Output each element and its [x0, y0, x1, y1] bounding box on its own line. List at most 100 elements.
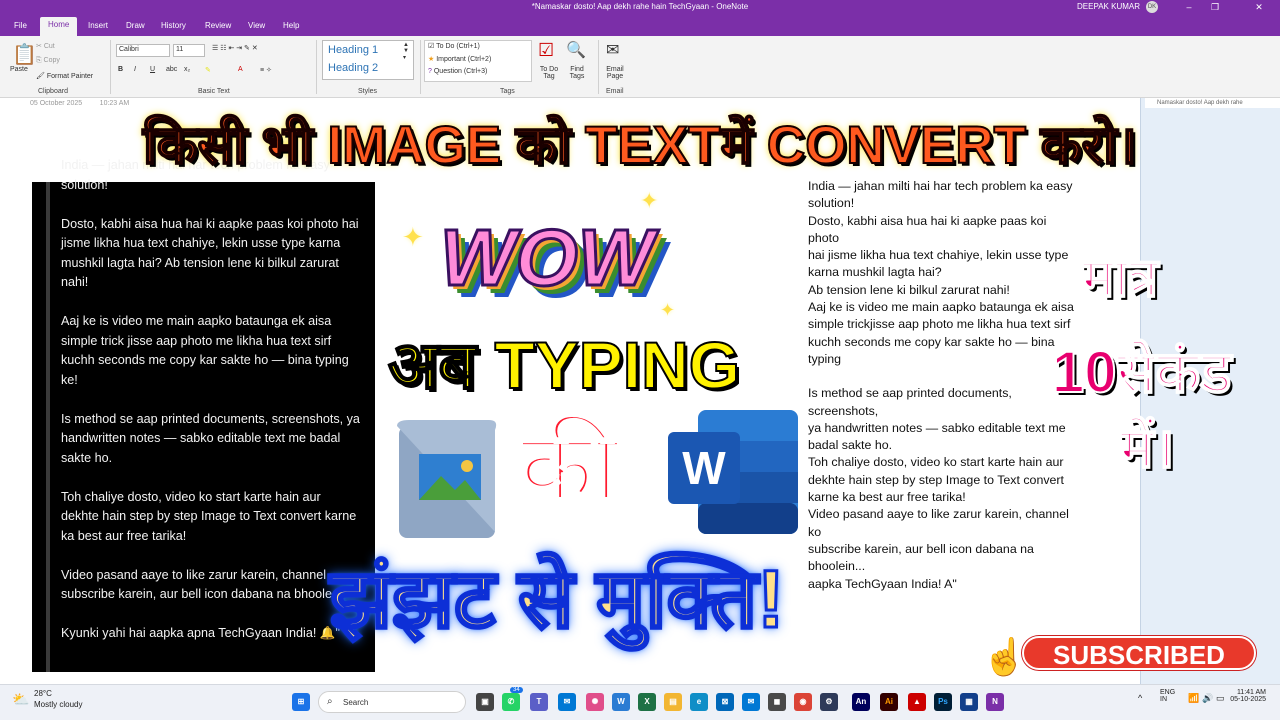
format-painter-button[interactable]: 🖌 Format Painter	[36, 72, 93, 80]
word-icon[interactable]: W	[612, 693, 630, 711]
divider	[110, 40, 111, 94]
app-icon[interactable]: ▦	[960, 693, 978, 711]
minimize-icon[interactable]: –	[1176, 0, 1202, 14]
whatsapp-icon[interactable]: ✆	[502, 693, 520, 711]
underline-button[interactable]: U	[150, 66, 155, 73]
subscript-button[interactable]: x₂	[184, 66, 190, 73]
checkbox-icon: ☑	[428, 43, 435, 50]
tab-file[interactable]: File	[14, 18, 27, 33]
bold-button[interactable]: B	[118, 66, 123, 73]
headline-overlay: किसी भी IMAGE को TEXTमें CONVERT करो।	[142, 115, 1138, 176]
settings-icon[interactable]: ⚙	[820, 693, 838, 711]
start-icon[interactable]: ⊞	[292, 693, 310, 711]
tab-draw[interactable]: Draw	[126, 18, 145, 33]
scrollbar[interactable]	[46, 182, 50, 672]
onenote-icon[interactable]: N	[986, 693, 1004, 711]
volume-icon[interactable]: 🔊	[1202, 693, 1213, 704]
email-page-button[interactable]: Email Page	[602, 66, 628, 80]
battery-icon[interactable]: ▭	[1216, 693, 1225, 704]
todo-tag-icon[interactable]: ☑	[538, 40, 554, 61]
wifi-icon[interactable]: 📶	[1188, 693, 1199, 704]
tags-group-label: Tags	[500, 88, 515, 95]
edge-icon[interactable]: e	[690, 693, 708, 711]
subscribed-button[interactable]: SUBSCRIBED	[1022, 636, 1256, 670]
weather-icon[interactable]: ⛅	[12, 691, 29, 708]
tag-important-label: Important (Ctrl+2)	[436, 56, 492, 63]
app-icon[interactable]: ◼	[768, 693, 786, 711]
dark-panel-text: India — jahan milti hai har tech problem…	[61, 156, 361, 663]
user-name[interactable]: DEEPAK KUMAR	[1077, 2, 1140, 11]
find-tags-icon[interactable]: 🔍	[566, 40, 586, 60]
copy-button[interactable]: ⎘ Copy	[36, 57, 60, 65]
ki-text: की	[519, 413, 621, 523]
styles-scroll-icon[interactable]: ▲ ▼ ▾	[403, 42, 409, 61]
tag-question[interactable]: ? Question (Ctrl+3)	[428, 68, 487, 75]
tag-todo[interactable]: ☑ To Do (Ctrl+1)	[428, 42, 480, 50]
format-painter-label: Format Painter	[46, 73, 94, 80]
note-line: Aaj ke is video me main aapko bataunga e…	[808, 300, 1074, 315]
find-tags-button[interactable]: Find Tags	[566, 66, 588, 80]
cut-button[interactable]: ✂ Cut	[36, 42, 55, 50]
font-size-field[interactable]: 11	[173, 44, 205, 57]
copilot-icon[interactable]: ✺	[586, 693, 604, 711]
task-view-icon[interactable]: ▣	[476, 693, 494, 711]
store-icon[interactable]: ⊠	[716, 693, 734, 711]
strikethrough-button[interactable]: abc	[166, 66, 177, 73]
font-color-icon[interactable]: A	[238, 66, 243, 73]
clock-time: 11:41 AM	[1236, 689, 1266, 696]
tab-help[interactable]: Help	[283, 18, 299, 33]
style-heading-1[interactable]: Heading 1	[323, 41, 413, 59]
sparkle-icon: ✦	[640, 188, 659, 213]
language-indicator[interactable]: ENG IN	[1160, 689, 1175, 703]
tab-home[interactable]: Home	[40, 17, 78, 36]
style-heading-2[interactable]: Heading 2	[323, 59, 413, 77]
chevron-up-icon[interactable]: ^	[1138, 693, 1142, 703]
file-explorer-icon[interactable]: ▤	[664, 693, 682, 711]
weather-temp: 28°C	[34, 689, 52, 698]
tag-todo-label: To Do (Ctrl+1)	[436, 43, 480, 50]
excel-icon[interactable]: X	[638, 693, 656, 711]
paste-icon[interactable]: 📋	[12, 42, 37, 67]
close-icon[interactable]: ✕	[1246, 0, 1272, 14]
paragraph: Video pasand aaye to like zarur karein, …	[61, 567, 332, 602]
tab-review[interactable]: Review	[205, 18, 231, 33]
highlight-icon[interactable]: ✎	[205, 66, 211, 74]
tab-history[interactable]: History	[161, 18, 186, 33]
italic-button[interactable]: I	[134, 66, 136, 73]
notification-badge: 34	[510, 687, 523, 693]
teams-icon[interactable]: T	[530, 693, 548, 711]
tab-insert[interactable]: Insert	[88, 18, 108, 33]
note-line: Ab tension lene ki bilkul zarurat nahi!	[808, 282, 1010, 297]
photoshop-icon[interactable]: Ps	[934, 693, 952, 711]
chrome-icon[interactable]: ◉	[794, 693, 812, 711]
note-line: Video pasand aaye to like zarur karein, …	[808, 507, 1069, 522]
note-line: badal sakte ho.	[808, 438, 893, 453]
search-label: Search	[343, 698, 369, 707]
search-input[interactable]: ⌕ Search	[318, 691, 466, 713]
question-icon: ?	[428, 68, 432, 75]
clock-date: 05-10-2025	[1230, 696, 1266, 703]
clock[interactable]: 11:41 AM 05-10-2025	[1226, 689, 1266, 703]
jhanjhat-text: झंझट से मुक्ति!	[329, 553, 787, 647]
email-icon[interactable]: ✉	[606, 40, 619, 60]
note-line: subscribe karein, aur bell icon dabana n…	[808, 541, 1034, 556]
tag-important[interactable]: ★ Important (Ctrl+2)	[428, 55, 491, 63]
illustrator-icon[interactable]: Ai	[880, 693, 898, 711]
font-name-field[interactable]: Calibri	[116, 44, 170, 57]
restore-icon[interactable]: ❐	[1202, 0, 1228, 14]
tab-view[interactable]: View	[248, 18, 265, 33]
paragraph: Aaj ke is video me main aapko bataunga e…	[61, 314, 349, 387]
people-icon[interactable]: ✉	[558, 693, 576, 711]
align-button[interactable]: ≡ ✧	[260, 66, 272, 74]
paste-button[interactable]: Paste	[10, 66, 28, 73]
todo-tag-button[interactable]: To Do Tag	[538, 66, 560, 80]
list-buttons[interactable]: ☰ ☷ ⇤ ⇥ ✎ ✕	[212, 44, 258, 52]
styles-gallery[interactable]: Heading 1 Heading 2	[322, 40, 414, 80]
avatar[interactable]: DK	[1146, 1, 1158, 13]
pdf-icon[interactable]: ▲	[908, 693, 926, 711]
note-line: karne ka best aur free tarika!	[808, 490, 966, 505]
region-code: IN	[1160, 696, 1167, 703]
animate-icon[interactable]: An	[852, 693, 870, 711]
mail-icon[interactable]: ✉	[742, 693, 760, 711]
note-line: solution!	[808, 196, 855, 211]
